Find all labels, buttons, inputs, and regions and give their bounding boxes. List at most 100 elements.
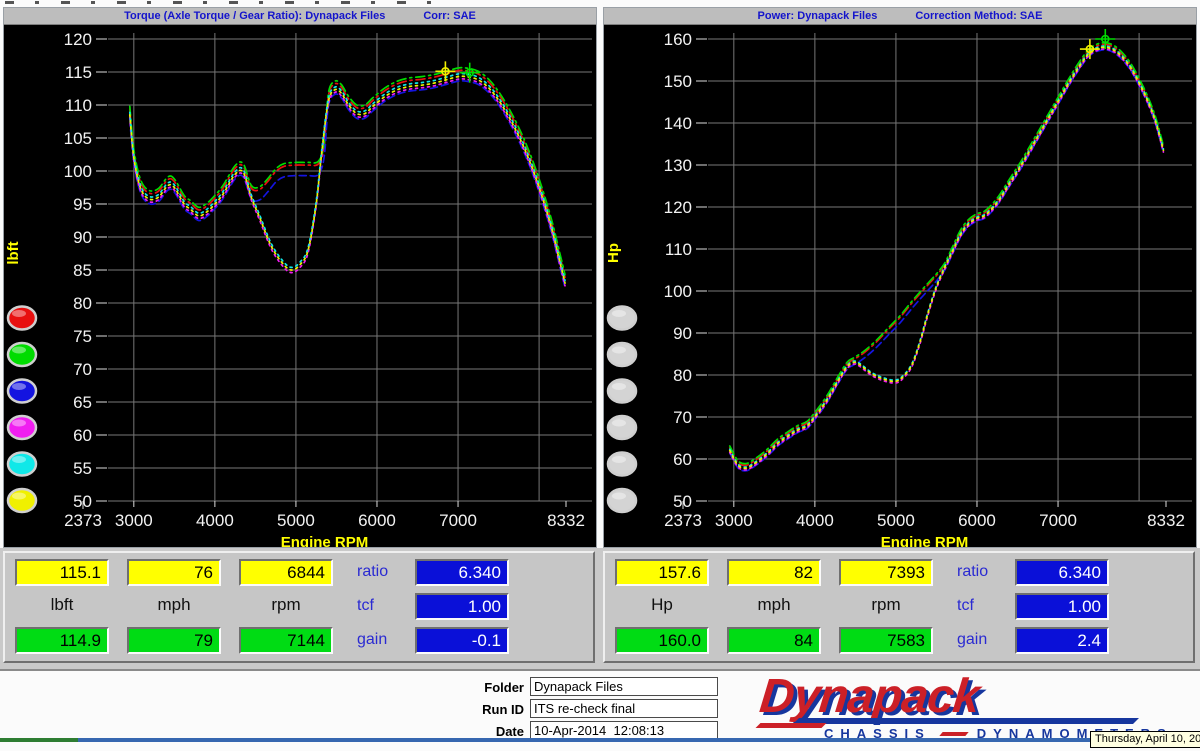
run-id-label: Run ID (440, 702, 524, 717)
y-tick-label: 75 (73, 327, 92, 346)
y-tick-label: 60 (673, 450, 692, 469)
run-select-button[interactable] (8, 489, 36, 512)
run-select-button[interactable] (608, 343, 636, 366)
speed-peak-value: 79 (127, 627, 221, 654)
gain-field[interactable]: 2.4 (1015, 627, 1109, 654)
torque-chart-title: Torque (Axle Torque / Gear Ratio): Dynap… (124, 10, 385, 22)
x-tick-label: 5000 (877, 511, 915, 530)
y-tick-label: 100 (664, 282, 692, 301)
x-axis-title: Engine RPM (281, 534, 369, 547)
series-green (730, 43, 1164, 464)
rpm-unit-label: rpm (239, 595, 333, 615)
torque-chart-header: Torque (Axle Torque / Gear Ratio): Dynap… (4, 8, 596, 25)
y-tick-label: 80 (73, 294, 92, 313)
run-select-button[interactable] (608, 307, 636, 330)
speed-peak-value: 84 (727, 627, 821, 654)
run-select-button[interactable] (8, 343, 36, 366)
run-select-button[interactable] (8, 416, 36, 439)
series-red (730, 44, 1164, 465)
ratio-field[interactable]: 6.340 (415, 559, 509, 586)
power-chart[interactable]: 5060708090100110120130140150160237330004… (604, 25, 1196, 547)
y-tick-label: 130 (664, 156, 692, 175)
tcf-field[interactable]: 1.00 (415, 593, 509, 620)
y-tick-label: 90 (73, 228, 92, 247)
y-tick-label: 65 (73, 393, 92, 412)
power-peak-value: 160.0 (615, 627, 709, 654)
power-unit-label: Hp (615, 595, 709, 615)
y-tick-label: 160 (664, 30, 692, 49)
y-tick-label: 110 (665, 240, 692, 259)
run-id-field[interactable] (530, 699, 718, 718)
y-tick-label: 80 (673, 366, 692, 385)
power-chart-title: Power: Dynapack Files (758, 10, 878, 22)
tcf-field[interactable]: 1.00 (1015, 593, 1109, 620)
rpm-peak-value: 7144 (239, 627, 333, 654)
tcf-label: tcf (957, 597, 1009, 615)
torque-unit-label: lbft (15, 595, 109, 615)
dynapack-logo-text: Dynapack (758, 674, 982, 720)
ratio-label: ratio (957, 563, 1009, 581)
run-select-button[interactable] (608, 380, 636, 403)
y-tick-label: 90 (673, 324, 692, 343)
run-select-button[interactable] (8, 307, 36, 330)
y-axis-title: Hp (605, 243, 622, 263)
y-tick-label: 110 (65, 96, 92, 115)
y-tick-label: 140 (664, 114, 692, 133)
x-tick-label: 5000 (277, 511, 315, 530)
y-tick-label: 70 (673, 408, 692, 427)
date-label: Date (440, 724, 524, 739)
y-tick-label: 105 (64, 129, 92, 148)
speed-current-value: 76 (127, 559, 221, 586)
y-tick-label: 100 (64, 162, 92, 181)
y-tick-label: 60 (73, 426, 92, 445)
x-tick-label: 3000 (115, 511, 153, 530)
speed-current-value: 82 (727, 559, 821, 586)
gain-field[interactable]: -0.1 (415, 627, 509, 654)
x-tick-label: 8332 (547, 511, 585, 530)
torque-correction-label: Corr: SAE (423, 10, 476, 22)
logo-dash (939, 732, 968, 736)
gain-label: gain (957, 631, 1009, 649)
bottom-strip-blue (78, 738, 1200, 742)
logo-swoosh-red (756, 723, 827, 728)
x-tick-label: 2373 (664, 511, 702, 530)
torque-current-value: 115.1 (15, 559, 109, 586)
x-axis-title: Engine RPM (881, 534, 969, 547)
power-current-value: 157.6 (615, 559, 709, 586)
torque-readout-panel: 115.1 76 6844 lbft mph rpm 114.9 79 7144… (3, 551, 595, 663)
x-tick-label: 4000 (796, 511, 834, 530)
run-select-button[interactable] (608, 416, 636, 439)
series-cyan (730, 46, 1164, 467)
torque-panel: Torque (Axle Torque / Gear Ratio): Dynap… (3, 7, 597, 548)
y-tick-label: 95 (73, 195, 92, 214)
x-tick-label: 8332 (1147, 511, 1185, 530)
y-tick-label: 55 (73, 459, 92, 478)
y-tick-label: 115 (65, 63, 92, 82)
run-select-button[interactable] (8, 380, 36, 403)
ratio-field[interactable]: 6.340 (1015, 559, 1109, 586)
torque-chart[interactable]: 5055606570758085909510010511011512023733… (4, 25, 596, 547)
gain-label: gain (357, 631, 409, 649)
clipped-window-top (0, 0, 1200, 7)
date-tooltip: Thursday, April 10, 2014 (1090, 731, 1200, 748)
tcf-label: tcf (357, 597, 409, 615)
series-blue (130, 81, 565, 288)
power-correction-label: Correction Method: SAE (915, 10, 1042, 22)
run-select-button[interactable] (608, 453, 636, 476)
clipped-text-marks (5, 1, 435, 4)
logo-swoosh (793, 718, 1139, 724)
bottom-strip-green (0, 738, 78, 742)
folder-label: Folder (440, 680, 524, 695)
run-select-button[interactable] (8, 453, 36, 476)
rpm-peak-value: 7583 (839, 627, 933, 654)
rpm-current-value: 6844 (239, 559, 333, 586)
rpm-current-value: 7393 (839, 559, 933, 586)
folder-field[interactable] (530, 677, 718, 696)
rpm-unit-label: rpm (839, 595, 933, 615)
y-tick-label: 85 (73, 261, 92, 280)
x-tick-label: 3000 (715, 511, 753, 530)
speed-unit-label: mph (127, 595, 221, 615)
torque-peak-value: 114.9 (15, 627, 109, 654)
y-tick-label: 150 (664, 72, 692, 91)
run-select-button[interactable] (608, 489, 636, 512)
